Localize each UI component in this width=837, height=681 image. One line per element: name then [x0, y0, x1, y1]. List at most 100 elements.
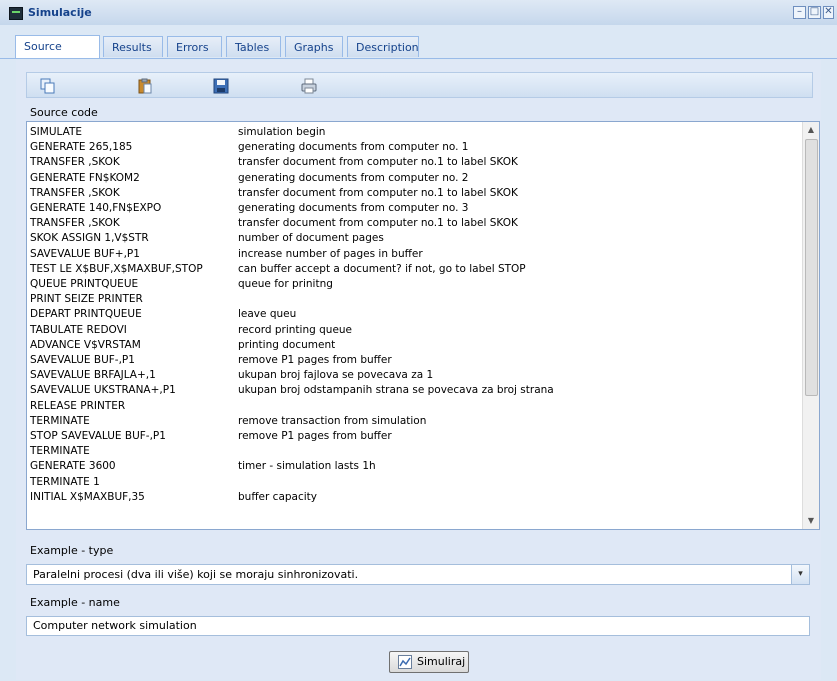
code-line: SAVEVALUE BRFAJLA+,1 ukupan broj fajlova …	[30, 368, 790, 383]
code-command: DEPART PRINTQUEUE	[30, 308, 142, 321]
application-window: Simulacije – □ ✕ Source code Results Err…	[0, 0, 837, 681]
code-line: GENERATE 140,FN$EXPO generating documents…	[30, 201, 790, 216]
scrollbar-thumb[interactable]	[805, 139, 818, 396]
code-command: SAVEVALUE UKSTRANA+,P1	[30, 384, 176, 397]
code-command: INITIAL X$MAXBUF,35	[30, 490, 145, 503]
code-line: GENERATE 3600 timer - simulation lasts 1h	[30, 459, 790, 474]
code-line: ADVANCE V$VRSTAM printing document	[30, 338, 790, 353]
example-name-field[interactable]: Computer network simulation	[26, 616, 810, 636]
chart-icon	[398, 655, 412, 669]
code-line: TERMINATE remove transaction from simulat…	[30, 414, 790, 429]
code-line: TERMINATE 1	[30, 475, 790, 490]
app-icon	[9, 7, 23, 20]
code-comment: queue for prinitng	[238, 278, 333, 290]
tab-description[interactable]: Description	[347, 36, 419, 57]
code-command: TABULATE REDOVI	[30, 323, 127, 336]
code-command: QUEUE PRINTQUEUE	[30, 278, 139, 290]
code-comment: simulation begin	[238, 126, 326, 138]
code-command: GENERATE 140,FN$EXPO	[30, 202, 162, 214]
code-command: GENERATE 265,185	[30, 141, 133, 154]
code-comment: remove P1 pages from buffer	[238, 430, 392, 442]
code-line: SIMULATE simulation begin	[30, 125, 790, 140]
minimize-button[interactable]: –	[793, 6, 806, 19]
code-comment: can buffer accept a document? if not, go…	[238, 262, 526, 275]
editor-toolbar	[26, 72, 813, 98]
code-command: TERMINATE 1	[30, 475, 100, 488]
code-command: TERMINATE	[30, 445, 90, 458]
code-command: TRANSFER ,SKOK	[30, 186, 120, 199]
code-command: SAVEVALUE BUF-,P1	[30, 354, 135, 366]
example-type-select[interactable]: Paralelni procesi (dva ili više) koji se…	[26, 564, 810, 585]
code-comment: generating documents from computer no. 3	[238, 202, 469, 214]
code-line: RELEASE PRINTER	[30, 399, 790, 414]
example-name-label: Example - name	[30, 596, 120, 609]
code-command: TERMINATE	[30, 414, 90, 427]
save-icon[interactable]	[213, 78, 229, 94]
code-command: STOP SAVEVALUE BUF-,P1	[30, 430, 166, 442]
code-comment: transfer document from computer no.1 to …	[238, 186, 518, 199]
scroll-up-icon[interactable]: ▲	[803, 122, 819, 138]
window-title: Simulacije	[28, 6, 92, 19]
code-comment: ukupan broj fajlova se povecava za 1	[238, 369, 434, 382]
copy-icon[interactable]	[40, 78, 56, 94]
source-code-panel: Source code INITIAL X$MAXBUF,35 buffer ca…	[16, 60, 821, 680]
code-comment: transfer document from computer no.1 to …	[238, 217, 518, 230]
code-line: DEPART PRINTQUEUE leave queu	[30, 307, 790, 322]
tab-divider	[0, 58, 837, 59]
code-comment: generating documents from computer no. 2	[238, 171, 469, 184]
print-icon[interactable]	[301, 78, 317, 94]
tab-graphs[interactable]: Graphs	[285, 36, 343, 57]
source-code-editor[interactable]: INITIAL X$MAXBUF,35 buffer capacity TERMIN…	[26, 121, 820, 530]
example-name-value: Computer network simulation	[33, 619, 197, 632]
simulate-button[interactable]: Simuliraj	[389, 651, 469, 673]
code-comment: timer - simulation lasts 1h	[238, 460, 376, 473]
code-line: TRANSFER ,SKOK transfer document from com…	[30, 186, 790, 201]
title-bar: Simulacije – □ ✕	[0, 0, 837, 26]
code-command: SIMULATE	[30, 126, 83, 138]
code-command: SAVEVALUE BRFAJLA+,1	[30, 369, 156, 382]
code-line: SAVEVALUE BUF+,P1 increase number of page…	[30, 247, 790, 262]
code-command: TRANSFER ,SKOK	[30, 217, 120, 230]
code-comment: remove P1 pages from buffer	[238, 354, 392, 366]
code-line: TRANSFER ,SKOK transfer document from com…	[30, 155, 790, 170]
code-command: RELEASE PRINTER	[30, 399, 126, 412]
code-comment: buffer capacity	[238, 490, 317, 503]
code-command: GENERATE FN$KOM2	[30, 171, 140, 184]
code-comment: increase number of pages in buffer	[238, 247, 423, 260]
code-line: INITIAL X$MAXBUF,35 buffer capacity	[30, 490, 790, 505]
paste-icon[interactable]	[137, 78, 153, 94]
code-line: TERMINATE	[30, 444, 790, 459]
tab-source-code[interactable]: Source code	[15, 35, 100, 74]
close-button[interactable]: ✕	[823, 6, 834, 19]
code-line: STOP SAVEVALUE BUF-,P1 remove P1 pages fr…	[30, 429, 790, 444]
simulate-button-label: Simuliraj	[417, 655, 466, 668]
code-line: TRANSFER ,SKOK transfer document from com…	[30, 216, 790, 231]
example-type-label: Example - type	[30, 544, 114, 557]
tab-tables[interactable]: Tables	[226, 36, 281, 57]
scroll-down-icon[interactable]: ▼	[803, 513, 819, 529]
tab-results[interactable]: Results	[103, 36, 163, 57]
code-comment: record printing queue	[238, 323, 353, 336]
tab-bar: Source code Results Errors Tables Graphs…	[0, 25, 837, 74]
code-comment: generating documents from computer no. 1	[238, 141, 469, 154]
code-comment: remove transaction from simulation	[238, 414, 427, 427]
code-line: TABULATE REDOVI record printing queue	[30, 323, 790, 338]
code-comment: transfer document from computer no.1 to …	[238, 156, 518, 169]
maximize-button[interactable]: □	[808, 6, 821, 19]
code-line: GENERATE FN$KOM2 generating documents fro…	[30, 171, 790, 186]
code-command: PRINT SEIZE PRINTER	[30, 293, 143, 306]
tab-errors[interactable]: Errors	[167, 36, 222, 57]
code-command: SKOK ASSIGN 1,V$STR	[30, 232, 149, 245]
code-comment: printing document	[238, 338, 336, 351]
code-line: SAVEVALUE BUF-,P1 remove P1 pages from bu…	[30, 353, 790, 368]
code-line: SAVEVALUE UKSTRANA+,P1 ukupan broj odstam…	[30, 383, 790, 398]
code-line: TEST LE X$BUF,X$MAXBUF,STOP can buffer ac…	[30, 262, 790, 277]
chevron-down-icon[interactable]: ▾	[791, 565, 809, 584]
code-command: SAVEVALUE BUF+,P1	[30, 247, 140, 260]
code-line: SKOK ASSIGN 1,V$STR number of document pa…	[30, 231, 790, 246]
code-comment: ukupan broj odstampanih strana se poveca…	[238, 384, 554, 397]
editor-scrollbar[interactable]: ▲ ▼	[802, 122, 819, 529]
code-command: GENERATE 3600	[30, 460, 116, 473]
code-line: QUEUE PRINTQUEUE queue for prinitng	[30, 277, 790, 292]
example-type-value: Paralelni procesi (dva ili više) koji se…	[33, 568, 359, 581]
